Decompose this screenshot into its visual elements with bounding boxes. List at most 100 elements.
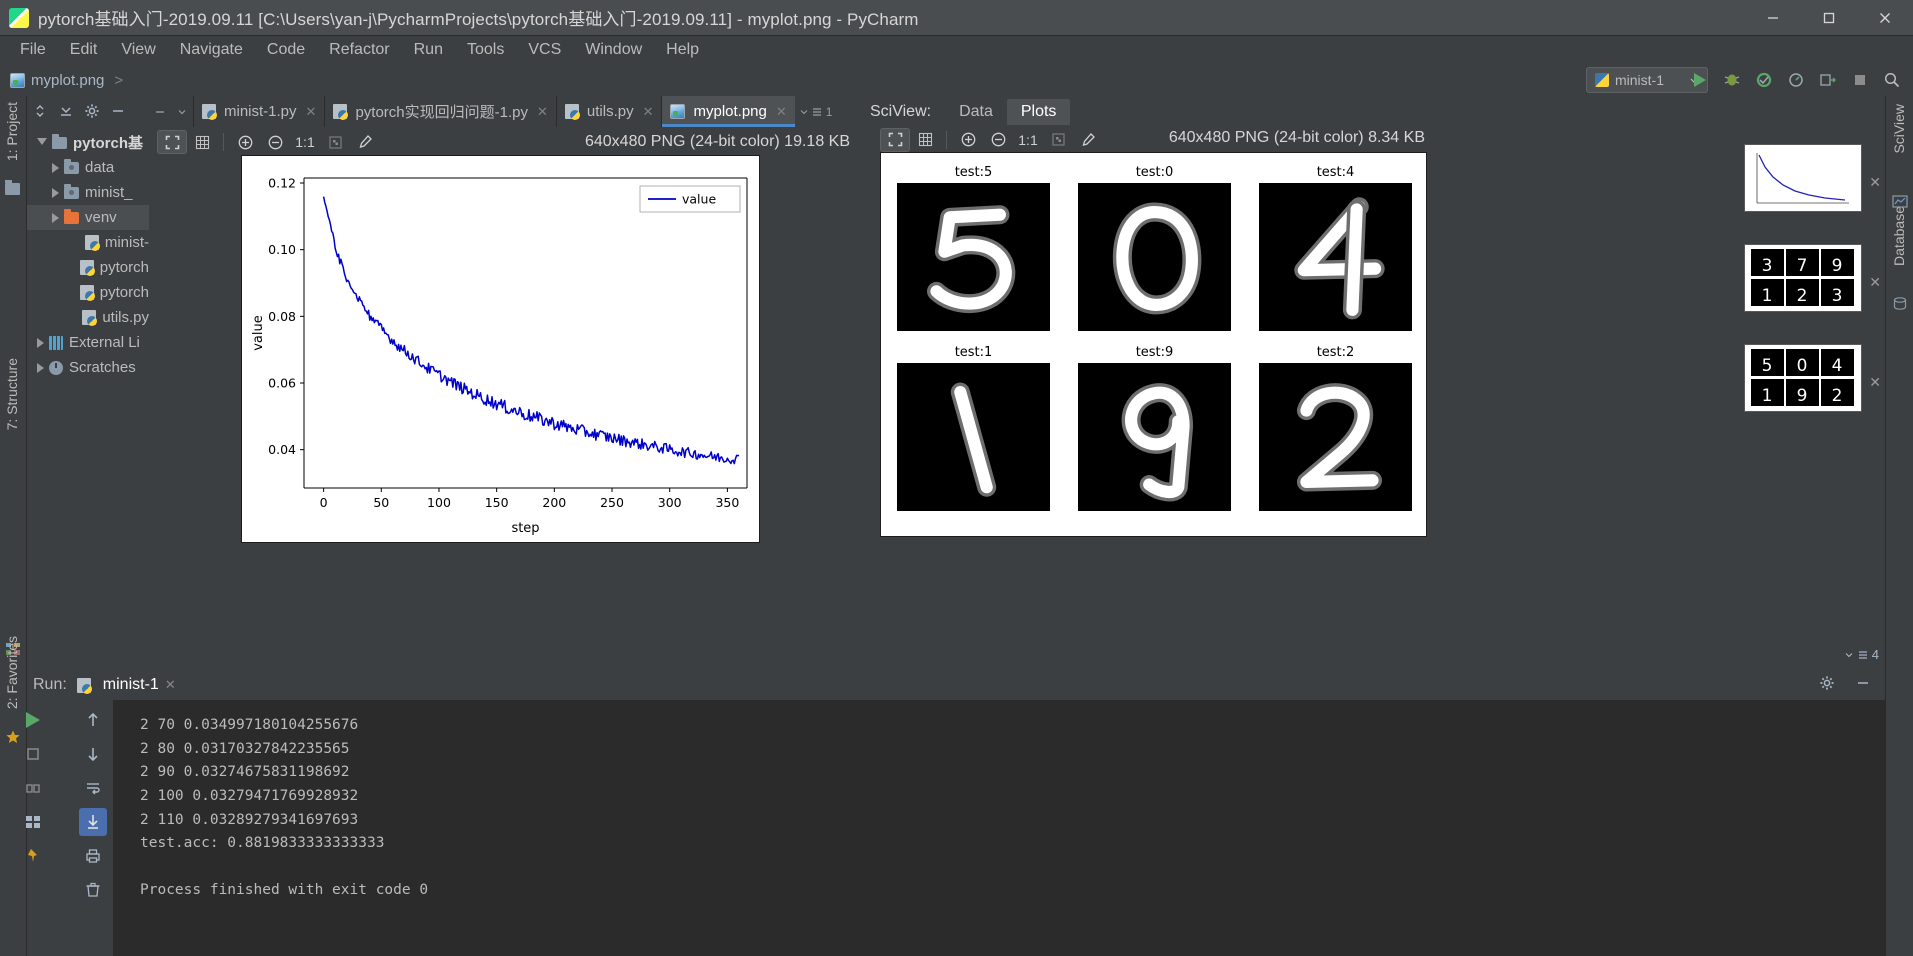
close-icon[interactable]: ✕ (776, 104, 787, 120)
sidebar-tab-database[interactable]: Database (1891, 206, 1907, 266)
tab-plots[interactable]: Plots (1006, 98, 1071, 125)
menu-view[interactable]: View (109, 39, 167, 61)
color-picker-icon[interactable] (1073, 128, 1103, 152)
close-icon[interactable]: ✕ (643, 104, 654, 120)
pin-icon[interactable] (19, 842, 47, 870)
console-line: 2 100 0.03279471769928932 (140, 787, 359, 804)
close-icon[interactable] (1857, 0, 1913, 36)
tree-node-external-libraries[interactable]: External Li (27, 330, 149, 355)
pause-icon[interactable] (19, 740, 47, 768)
tree-node-minist-file[interactable]: minist- (27, 230, 149, 255)
tree-node-scratches[interactable]: Scratches (27, 355, 149, 380)
sidebar-tab-project[interactable]: 1: Project (4, 102, 20, 161)
project-folder-icon[interactable] (5, 180, 22, 200)
scroll-to-end-icon[interactable] (79, 808, 107, 836)
down-arrow-icon[interactable] (79, 740, 107, 768)
tree-node-pytorch-file-1[interactable]: pytorch (27, 255, 149, 280)
thumbnail-close-icon-3[interactable]: ✕ (1869, 374, 1881, 391)
stop-icon[interactable] (1849, 69, 1871, 91)
actual-size-button[interactable]: 1:1 (290, 130, 320, 154)
toggle-grid-icon[interactable] (910, 128, 940, 152)
close-icon[interactable]: ✕ (165, 677, 176, 693)
hide-panel-icon[interactable] (1855, 675, 1871, 696)
loss-curve-thumbnail[interactable] (1744, 144, 1862, 212)
chevron-right-icon[interactable] (52, 212, 59, 223)
sidebar-tab-sciview[interactable]: SciView (1891, 104, 1907, 154)
search-icon[interactable] (1881, 69, 1903, 91)
console-output[interactable]: 2 70 0.034997180104255676 2 80 0.0317032… (113, 700, 1885, 956)
digits-grid-thumbnail-2[interactable]: 5 0 4 1 9 2 (1744, 344, 1862, 412)
tab-minist-1-py[interactable]: minist-1.py ✕ (193, 96, 324, 127)
zoom-out-icon[interactable] (983, 128, 1013, 152)
debug-icon[interactable] (1721, 69, 1743, 91)
tab-myplot-png[interactable]: myplot.png ✕ (661, 96, 796, 127)
run-tab-minist-1[interactable]: minist-1 ✕ (76, 676, 176, 694)
chevron-right-icon[interactable] (52, 162, 59, 173)
close-icon[interactable]: ✕ (306, 104, 317, 120)
run-icon[interactable] (1689, 69, 1711, 91)
chevron-down-icon[interactable] (37, 137, 47, 150)
actual-size-button[interactable]: 1:1 (1013, 128, 1043, 152)
tree-node-data[interactable]: data (27, 155, 149, 180)
tab-list-icon[interactable] (171, 96, 193, 127)
tree-node-pytorch-file-2[interactable]: pytorch (27, 280, 149, 305)
zoom-in-icon[interactable] (953, 128, 983, 152)
menu-file[interactable]: File (8, 39, 58, 61)
close-icon[interactable]: ✕ (537, 104, 548, 120)
collapse-all-icon[interactable] (32, 103, 48, 119)
up-arrow-icon[interactable] (79, 706, 107, 734)
tab-overflow-button[interactable]: 1 (795, 96, 838, 127)
color-picker-icon[interactable] (350, 130, 380, 154)
stop-process-icon[interactable] (19, 774, 47, 802)
thumbnail-close-icon-1[interactable]: ✕ (1869, 174, 1881, 191)
profile-icon[interactable] (1785, 69, 1807, 91)
gear-icon[interactable] (1819, 675, 1835, 696)
digits-grid-thumbnail-1[interactable]: 3 7 9 1 2 3 (1744, 244, 1862, 312)
thumbnail-count[interactable]: 4 (1844, 647, 1879, 662)
transparency-chessboard-icon[interactable] (320, 130, 350, 154)
grid-view-icon[interactable] (19, 808, 47, 836)
svg-text:0: 0 (1797, 356, 1808, 376)
minimize-icon[interactable] (1745, 0, 1801, 36)
tree-node-project-root[interactable]: pytorch基 (27, 130, 149, 155)
menu-navigate[interactable]: Navigate (168, 39, 255, 61)
menu-tools[interactable]: Tools (455, 39, 516, 61)
hide-panel-icon[interactable] (110, 103, 126, 119)
zoom-out-icon[interactable] (260, 130, 290, 154)
menu-run[interactable]: Run (402, 39, 455, 61)
menu-code[interactable]: Code (255, 39, 317, 61)
fit-to-window-icon[interactable] (880, 127, 910, 152)
transparency-chessboard-icon[interactable] (1043, 128, 1073, 152)
menu-vcs[interactable]: VCS (516, 39, 573, 61)
toggle-grid-icon[interactable] (187, 130, 217, 154)
tab-scroll-left-icon[interactable] (149, 96, 171, 127)
breadcrumb[interactable]: myplot.png > (10, 72, 127, 89)
menu-edit[interactable]: Edit (58, 39, 110, 61)
attach-icon[interactable] (1817, 69, 1839, 91)
tree-node-utils[interactable]: utils.py (27, 305, 149, 330)
rerun-icon[interactable] (19, 706, 47, 734)
sidebar-tab-structure[interactable]: 7: Structure (4, 358, 20, 430)
gear-icon[interactable] (84, 103, 100, 119)
fit-to-window-icon[interactable] (157, 130, 187, 154)
expand-icon[interactable] (58, 103, 74, 119)
maximize-icon[interactable] (1801, 0, 1857, 36)
menu-refactor[interactable]: Refactor (317, 39, 401, 61)
chevron-right-icon[interactable] (37, 337, 44, 348)
print-icon[interactable] (79, 842, 107, 870)
tab-pytorch-regression-py[interactable]: pytorch实现回归问题-1.py ✕ (324, 96, 555, 127)
tab-data[interactable]: Data (945, 99, 1007, 125)
chevron-right-icon[interactable] (37, 362, 44, 373)
tree-node-venv[interactable]: venv (27, 205, 149, 230)
soft-wrap-icon[interactable] (79, 774, 107, 802)
coverage-icon[interactable] (1753, 69, 1775, 91)
menu-window[interactable]: Window (573, 39, 654, 61)
chevron-right-icon[interactable] (52, 187, 59, 198)
sidebar-tab-favorites[interactable]: 2: Favorites (4, 636, 20, 709)
thumbnail-close-icon-2[interactable]: ✕ (1869, 274, 1881, 291)
tab-utils-py[interactable]: utils.py ✕ (555, 96, 662, 127)
menu-help[interactable]: Help (654, 39, 711, 61)
zoom-in-icon[interactable] (230, 130, 260, 154)
tree-node-minist[interactable]: minist_ (27, 180, 149, 205)
clear-all-icon[interactable] (79, 876, 107, 904)
